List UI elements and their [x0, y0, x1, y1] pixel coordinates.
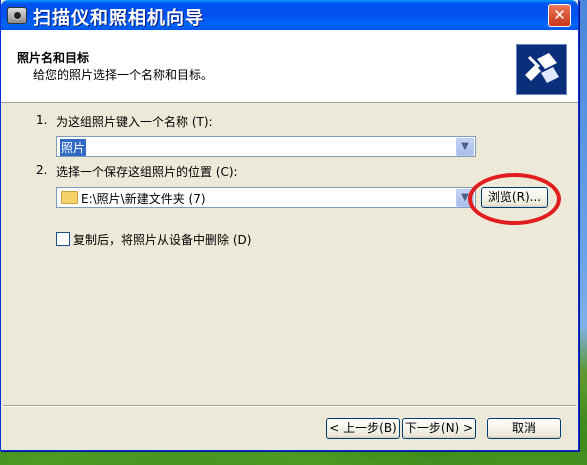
header-subtitle: 给您的照片选择一个名称和目标。 [33, 68, 214, 82]
window-title: 扫描仪和照相机向导 [33, 8, 204, 29]
header-title: 照片名和目标 [17, 51, 90, 65]
next-button[interactable]: 下一步(N) > [402, 418, 476, 439]
close-icon: ✕ [553, 6, 566, 24]
save-location-combobox[interactable]: E:\照片\新建文件夹 (7) ▼ [56, 187, 476, 208]
photo-name-value: 照片 [60, 139, 87, 156]
chevron-down-icon[interactable]: ▼ [456, 138, 474, 156]
camera-icon [7, 7, 27, 24]
delete-after-copy-label: 复制后，将照片从设备中删除 (D) [73, 233, 252, 247]
close-button[interactable]: ✕ [548, 4, 571, 27]
footer-divider [3, 405, 576, 407]
step-1-label: 为这组照片键入一个名称 (T): [56, 115, 213, 129]
step-1-number: 1. [36, 113, 48, 127]
save-location-value: E:\照片\新建文件夹 (7) [81, 192, 206, 206]
title-bar[interactable]: 扫描仪和照相机向导 ✕ [1, 0, 578, 30]
folder-icon [61, 191, 78, 204]
step-2-number: 2. [36, 163, 48, 177]
copy-photos-icon [516, 44, 567, 95]
wizard-header: 照片名和目标 给您的照片选择一个名称和目标。 [1, 30, 578, 103]
wizard-window: 扫描仪和照相机向导 ✕ 照片名和目标 给您的照片选择一个名称和目标。 1. 为这… [0, 0, 579, 451]
back-button[interactable]: < 上一步(B) [326, 418, 400, 439]
delete-after-copy-checkbox[interactable] [56, 232, 70, 246]
cancel-button[interactable]: 取消 [487, 418, 561, 439]
photo-name-combobox[interactable]: 照片 ▼ [56, 136, 476, 157]
highlight-circle [468, 173, 561, 225]
step-2-label: 选择一个保存这组照片的位置 (C): [56, 165, 238, 179]
